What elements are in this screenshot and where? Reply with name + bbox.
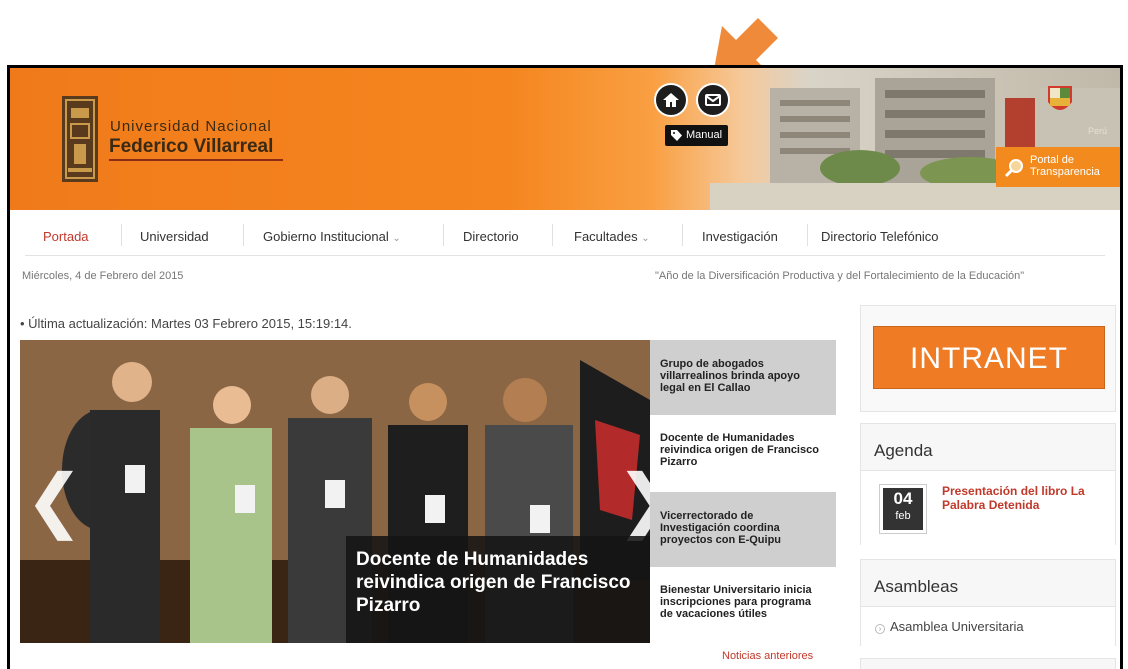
university-name-line2: Federico Villarreal [109,136,274,157]
headline-item[interactable]: Bienestar Universitario inicia inscripci… [650,567,836,643]
agenda-event-link[interactable]: Presentación del libro La Palabra Deteni… [942,484,1112,512]
site-header: Universidad Nacional Federico Villarreal [10,68,1120,210]
home-button[interactable] [654,83,688,117]
nav-item-gobierno-institucional[interactable]: Gobierno Institucional ⌄ [263,229,401,244]
calendar-date-badge: 04 feb [879,484,927,534]
agenda-body: 04 feb Presentación del libro La Palabra… [861,470,1115,545]
mail-button[interactable] [696,83,730,117]
year-motto: "Año de la Diversificación Productiva y … [655,270,1025,282]
logo-underline [109,159,283,161]
nav-divider [807,224,808,246]
website-frame: Universidad Nacional Federico Villarreal [7,65,1123,669]
transparency-portal-label: Portal de Transparencia [1030,154,1100,178]
nav-item-portada[interactable]: Portada [43,229,89,244]
search-magnifier-icon [1004,159,1023,178]
asamblea-universitaria-link[interactable]: › Asamblea Universitaria [875,619,1024,634]
nav-divider [552,224,553,246]
headline-item[interactable]: Grupo de abogados villarrealinos brinda … [650,340,836,415]
manual-button[interactable]: Manual [665,125,729,146]
nav-item-directorio-telefonico[interactable]: Directorio Telefónico [821,229,939,244]
nav-divider [121,224,122,246]
agenda-panel: Agenda 04 feb Presentación del libro La … [860,423,1116,545]
headline-item[interactable]: Vicerrectorado de Investigación coordina… [650,492,836,567]
agenda-title: Agenda [874,441,933,460]
screenshot-stage: Universidad Nacional Federico Villarreal [0,0,1128,669]
sidebar-panel-partial [860,658,1116,669]
nav-item-facultades[interactable]: Facultades ⌄ [574,229,650,244]
university-name-line1: Universidad Nacional [110,118,272,135]
chevron-down-icon: ⌄ [641,233,650,244]
slider-next-button[interactable]: ❯ [616,465,650,535]
slider-caption-box: Docente de Humanidades reivindica origen… [346,536,650,643]
slider-caption-text[interactable]: Docente de Humanidades reivindica origen… [356,548,646,617]
country-label: Perú [1088,126,1108,136]
headline-item[interactable]: Docente de Humanidades reivindica origen… [650,415,836,492]
nav-divider [243,224,244,246]
home-icon [663,93,679,107]
main-navigation: Portada Universidad Gobierno Institucion… [25,216,1105,256]
transparency-portal-button[interactable]: Portal de Transparencia [996,147,1120,187]
asambleas-body: › Asamblea Universitaria [861,606,1115,646]
tag-icon [671,130,682,141]
older-news-link[interactable]: Noticias anteriores [722,650,813,662]
news-slider[interactable]: ❮ ❯ Docente de Humanidades reivindica or… [20,340,650,643]
nav-item-universidad[interactable]: Universidad [140,229,209,244]
nav-item-directorio[interactable]: Directorio [463,229,519,244]
asambleas-panel: Asambleas › Asamblea Universitaria [860,559,1116,646]
peru-crest-icon [1048,86,1072,110]
nav-divider [443,224,444,246]
chevron-down-icon: ⌄ [392,233,401,244]
asambleas-title: Asambleas [874,577,959,596]
headline-list: Grupo de abogados villarrealinos brinda … [650,340,836,643]
slider-prev-button[interactable]: ❮ [25,465,84,535]
last-update-text: • Última actualización: Martes 03 Febrer… [20,316,352,331]
mail-icon [705,94,721,106]
nav-item-investigacion[interactable]: Investigación [702,229,778,244]
bullet-icon: › [875,624,885,634]
event-day: 04 [893,489,913,508]
nav-divider [682,224,683,246]
current-date: Miércoles, 4 de Febrero del 2015 [22,270,184,282]
calendar-date-inner: 04 feb [883,488,923,530]
manual-label: Manual [686,129,723,141]
intranet-button[interactable]: INTRANET [873,326,1105,389]
event-month: feb [895,510,911,522]
university-logo-icon [62,96,98,182]
intranet-panel: INTRANET [860,305,1116,412]
